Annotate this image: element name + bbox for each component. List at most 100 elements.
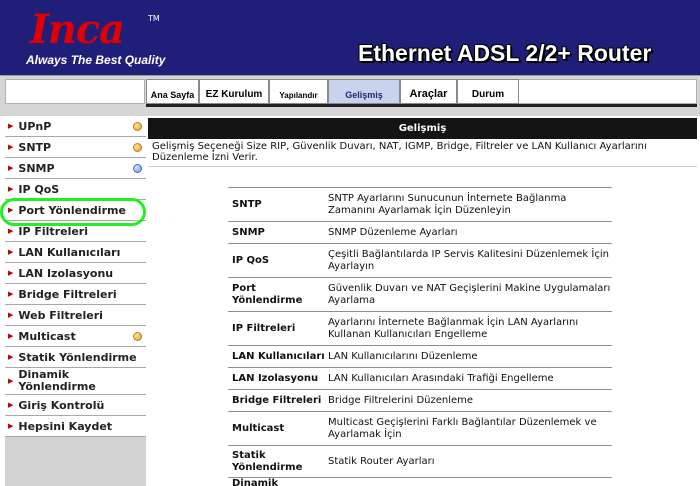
arrow-right-icon: ▶ (8, 311, 14, 319)
sidebar-item-ip-qos[interactable]: ▶ IP QoS (5, 179, 146, 200)
sidebar-item-lan-izolasyonu[interactable]: ▶ LAN Izolasyonu (5, 263, 146, 284)
feature-description: Statik Router Ayarları (328, 455, 435, 467)
router-admin-page: Inca TM Always The Best Quality Ethernet… (0, 0, 700, 486)
table-row[interactable]: IP Filtreleri Ayarlarını İnternete Bağla… (228, 311, 612, 345)
sidebar-item-ip-filtreleri[interactable]: ▶ IP Filtreleri (5, 221, 146, 242)
sidebar-item-label: UPnP (18, 119, 52, 133)
feature-description: Çeşitli Bağlantılarda IP Servis Kalitesi… (328, 248, 609, 272)
arrow-right-icon: ▶ (8, 122, 14, 130)
feature-name[interactable]: Port Yönlendirme (228, 283, 326, 307)
table-row[interactable]: Bridge Filtreleri Bridge Filtrelerini Dü… (228, 389, 612, 411)
feature-description: Multicast Geçişlerini Farklı Bağlantılar… (328, 416, 597, 440)
sidebar-item-label: SNMP (18, 161, 55, 175)
nav-right-spacer (519, 79, 697, 104)
tab-ana-sayfa[interactable]: Ana Sayfa (146, 79, 199, 104)
sidebar-item-bridge-filtreleri[interactable]: ▶ Bridge Filtreleri (5, 284, 146, 305)
arrow-right-icon: ▶ (8, 164, 14, 172)
status-orange-icon (133, 331, 142, 341)
sidebar-item-sntp[interactable]: ▶ SNTP (5, 137, 146, 158)
table-row[interactable]: Dinamik (228, 477, 612, 486)
sidebar-item-web-filtreleri[interactable]: ▶ Web Filtreleri (5, 305, 146, 326)
feature-name[interactable]: Multicast (228, 423, 326, 435)
feature-description: LAN Kullanıcıları Arasındaki Trafiği Eng… (328, 372, 554, 384)
arrow-right-icon: ▶ (8, 290, 14, 298)
sidebar-item-giris-kontrolu[interactable]: ▶ Giriş Kontrolü (5, 395, 146, 416)
page-description: Gelişmiş Seçeneği Size RIP, Güvenlik Duv… (152, 141, 647, 163)
feature-name[interactable]: Bridge Filtreleri (228, 395, 326, 407)
sidebar-item-snmp[interactable]: ▶ SNMP (5, 158, 146, 179)
sidebar-item-upnp[interactable]: ▶ UPnP (5, 116, 146, 137)
table-row[interactable]: Multicast Multicast Geçişlerini Farklı B… (228, 411, 612, 445)
table-row[interactable]: SNTP SNTP Ayarlarını Sunucunun İnternete… (228, 187, 612, 221)
sidebar-item-statik-yonlendirme[interactable]: ▶ Statik Yönlendirme (5, 347, 146, 368)
sidebar-item-label: Web Filtreleri (18, 308, 103, 322)
brand-tagline: Always The Best Quality (26, 53, 166, 67)
feature-name[interactable]: IP QoS (228, 255, 326, 267)
feature-name[interactable]: LAN Kullanıcıları (228, 351, 326, 363)
sidebar-item-label: Hepsini Kaydet (18, 419, 113, 433)
sidebar-item-dinamik-yonlendirme[interactable]: ▶ Dinamik Yönlendirme (5, 368, 146, 395)
feature-description: LAN Kullanıcılarını Düzenleme (328, 350, 478, 362)
tab-ez-kurulum[interactable]: EZ Kurulum (199, 79, 269, 104)
sidebar-item-label: IP QoS (18, 182, 60, 196)
sidebar-item-label: LAN Izolasyonu (18, 266, 114, 280)
feature-description: Güvenlik Duvarı ve NAT Geçişlerini Makin… (328, 282, 611, 306)
sidebar-item-label: Port Yönlendirme (18, 203, 126, 217)
sidebar-item-label: Dinamik Yönlendirme (18, 368, 96, 393)
sidebar-item-label: Statik Yönlendirme (18, 350, 137, 364)
arrow-right-icon: ▶ (8, 377, 14, 385)
arrow-right-icon: ▶ (8, 401, 14, 409)
trademark-mark: TM (148, 14, 160, 23)
feature-description: Bridge Filtrelerini Düzenleme (328, 394, 474, 406)
feature-name[interactable]: IP Filtreleri (228, 323, 326, 335)
tab-yapilandir[interactable]: Yapılandır (269, 79, 328, 104)
header-banner: Inca TM Always The Best Quality Ethernet… (0, 0, 700, 75)
table-row[interactable]: LAN Izolasyonu LAN Kullanıcıları Arasınd… (228, 367, 612, 389)
divider (148, 166, 697, 167)
sidebar: ▶ UPnP ▶ SNTP ▶ SNMP ▶ IP QoS ▶ Port Yön… (5, 116, 146, 486)
table-row[interactable]: IP QoS Çeşitli Bağlantılarda IP Servis K… (228, 243, 612, 277)
arrow-right-icon: ▶ (8, 422, 14, 430)
feature-description: SNMP Düzenleme Ayarları (328, 226, 458, 238)
sidebar-item-hepsini-kaydet[interactable]: ▶ Hepsini Kaydet (5, 416, 146, 437)
arrow-right-icon: ▶ (8, 143, 14, 151)
status-blue-icon (133, 163, 142, 173)
sidebar-item-label: IP Filtreleri (18, 224, 88, 238)
sidebar-item-label: Bridge Filtreleri (18, 287, 117, 301)
feature-description: SNTP Ayarlarını Sunucunun İnternete Bağl… (328, 192, 567, 216)
tab-gelismis[interactable]: Gelişmiş (328, 79, 400, 104)
table-row[interactable]: Port Yönlendirme Güvenlik Duvarı ve NAT … (228, 277, 612, 311)
arrow-right-icon: ▶ (8, 269, 14, 277)
sidebar-item-port-yonlendirme[interactable]: ▶ Port Yönlendirme (5, 200, 146, 221)
arrow-right-icon: ▶ (8, 332, 14, 340)
sidebar-item-label: Multicast (18, 329, 76, 343)
arrow-right-icon: ▶ (8, 353, 14, 361)
table-row[interactable]: Statik Yönlendirme Statik Router Ayarlar… (228, 445, 612, 477)
tab-durum[interactable]: Durum (457, 79, 519, 104)
sidebar-item-multicast[interactable]: ▶ Multicast (5, 326, 146, 347)
tab-araclar[interactable]: Araçlar (400, 79, 457, 104)
sidebar-item-label: Giriş Kontrolü (18, 398, 105, 412)
feature-description: Ayarlarını İnternete Bağlanmak İçin LAN … (328, 316, 579, 340)
feature-name[interactable]: Statik Yönlendirme (228, 450, 318, 474)
status-orange-icon (133, 142, 142, 152)
arrow-right-icon: ▶ (8, 206, 14, 214)
table-row[interactable]: SNMP SNMP Düzenleme Ayarları (228, 221, 612, 243)
content-panel: Gelişmiş Gelişmiş Seçeneği Size RIP, Güv… (146, 116, 697, 486)
arrow-right-icon: ▶ (8, 185, 14, 193)
page-title: Gelişmiş (148, 118, 697, 139)
sidebar-item-lan-kullanicilari[interactable]: ▶ LAN Kullanıcıları (5, 242, 146, 263)
feature-name[interactable]: SNMP (228, 227, 326, 239)
brand-logo[interactable]: Inca (30, 6, 125, 53)
nav-left-spacer (5, 79, 145, 104)
status-orange-icon (133, 121, 142, 131)
sidebar-item-label: SNTP (18, 140, 52, 154)
feature-name[interactable]: LAN Izolasyonu (228, 373, 326, 385)
feature-name[interactable]: Dinamik (228, 478, 326, 486)
arrow-right-icon: ▶ (8, 227, 14, 235)
product-title: Ethernet ADSL 2/2+ Router (358, 40, 652, 66)
sidebar-item-label: LAN Kullanıcıları (18, 245, 121, 259)
main-tabs: Ana Sayfa EZ Kurulum Yapılandır Gelişmiş… (146, 79, 519, 104)
table-row[interactable]: LAN Kullanıcıları LAN Kullanıcılarını Dü… (228, 345, 612, 367)
feature-name[interactable]: SNTP (228, 199, 326, 211)
